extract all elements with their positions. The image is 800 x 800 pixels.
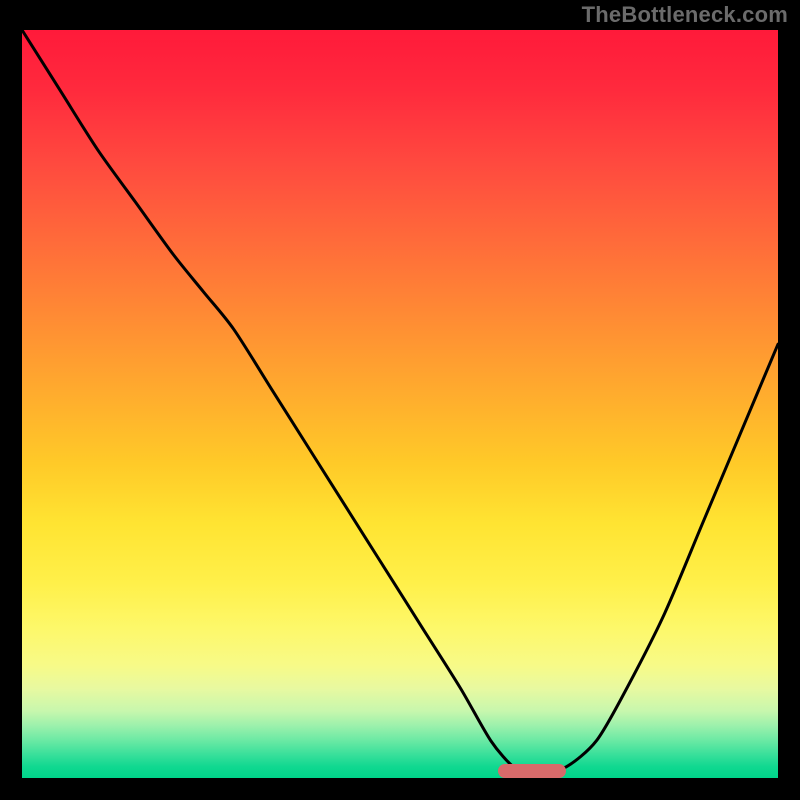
optimal-range-marker <box>498 764 566 778</box>
bottleneck-curve <box>22 30 778 778</box>
plot-area <box>22 30 778 778</box>
chart-frame: TheBottleneck.com <box>0 0 800 800</box>
watermark-text: TheBottleneck.com <box>582 2 788 28</box>
